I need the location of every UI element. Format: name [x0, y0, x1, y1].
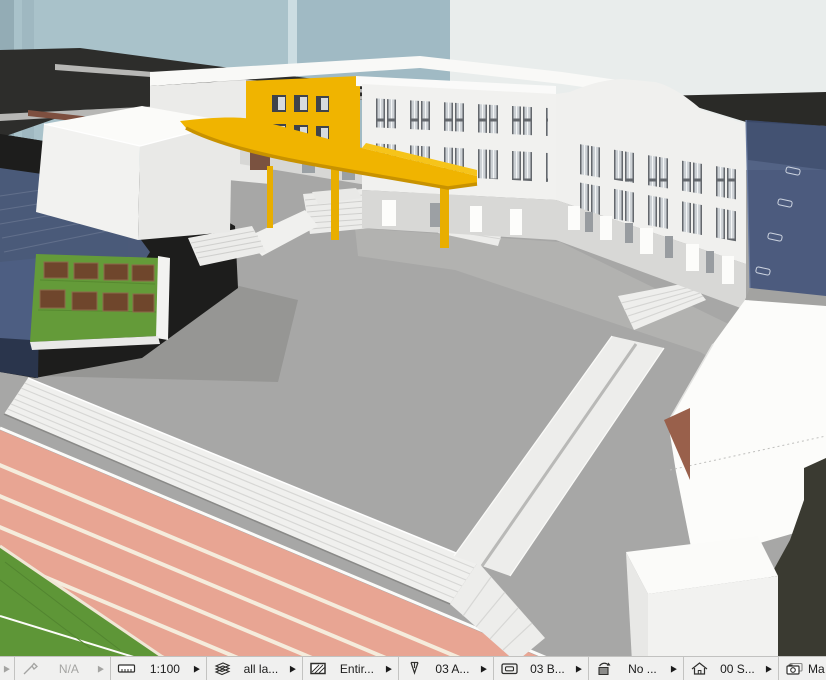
chevron-right-icon: ▶	[386, 664, 392, 673]
chevron-right-icon: ▶	[290, 664, 296, 673]
statusbar-pen[interactable]: 03 A... ▶	[399, 657, 494, 680]
3d-viewport[interactable]	[0, 0, 826, 656]
pen-value: 03 A...	[428, 662, 477, 676]
camera-icon	[785, 661, 804, 676]
statusbar-camera[interactable]: Ma	[779, 657, 826, 680]
chevron-right-icon: ▶	[766, 664, 772, 673]
statusbar-collapse[interactable]: ▶	[0, 657, 15, 680]
window-frame-icon	[500, 661, 519, 676]
camera-value: Ma	[808, 662, 825, 676]
scale-ruler-icon	[117, 661, 136, 676]
chevron-right-icon: ▶	[98, 664, 104, 673]
pen-color-value: N/A	[44, 662, 94, 676]
chevron-right-icon: ▶	[481, 664, 487, 673]
statusbar-window-settings[interactable]: 03 B... ▶	[494, 657, 589, 680]
chevron-right-icon: ▶	[194, 664, 200, 673]
chevron-right-icon: ▶	[4, 664, 10, 673]
chevron-right-icon: ▶	[671, 664, 677, 673]
archicad-3d-window: ▶ N/A ▶ 1:100 ▶	[0, 0, 826, 680]
scale-value: 1:100	[140, 662, 190, 676]
garden-beds[interactable]	[30, 254, 170, 350]
layer-value: all la...	[236, 662, 286, 676]
chevron-right-icon: ▶	[576, 664, 582, 673]
parking-zone-overlay[interactable]	[745, 120, 826, 307]
quick-options-bar: ▶ N/A ▶ 1:100 ▶	[0, 656, 826, 680]
statusbar-scale[interactable]: 1:100 ▶	[111, 657, 207, 680]
statusbar-story[interactable]: 00 S... ▶	[684, 657, 779, 680]
home-story-icon	[690, 661, 709, 676]
layers-icon	[213, 661, 232, 676]
fill-value: Entir...	[332, 662, 382, 676]
canopy-column[interactable]	[267, 166, 273, 228]
pen-nib-icon	[405, 661, 424, 676]
fill-hatch-icon	[309, 661, 328, 676]
window-settings-value: 03 B...	[523, 662, 572, 676]
pen-color-icon	[21, 661, 40, 676]
statusbar-fill[interactable]: Entir... ▶	[303, 657, 399, 680]
renovation-icon	[595, 661, 614, 676]
statusbar-renovation[interactable]: No ... ▶	[589, 657, 684, 680]
canopy-column[interactable]	[440, 182, 449, 248]
statusbar-pen-color[interactable]: N/A ▶	[15, 657, 111, 680]
renovation-value: No ...	[618, 662, 667, 676]
statusbar-layer[interactable]: all la... ▶	[207, 657, 303, 680]
story-value: 00 S...	[713, 662, 762, 676]
canopy-column[interactable]	[331, 162, 339, 240]
